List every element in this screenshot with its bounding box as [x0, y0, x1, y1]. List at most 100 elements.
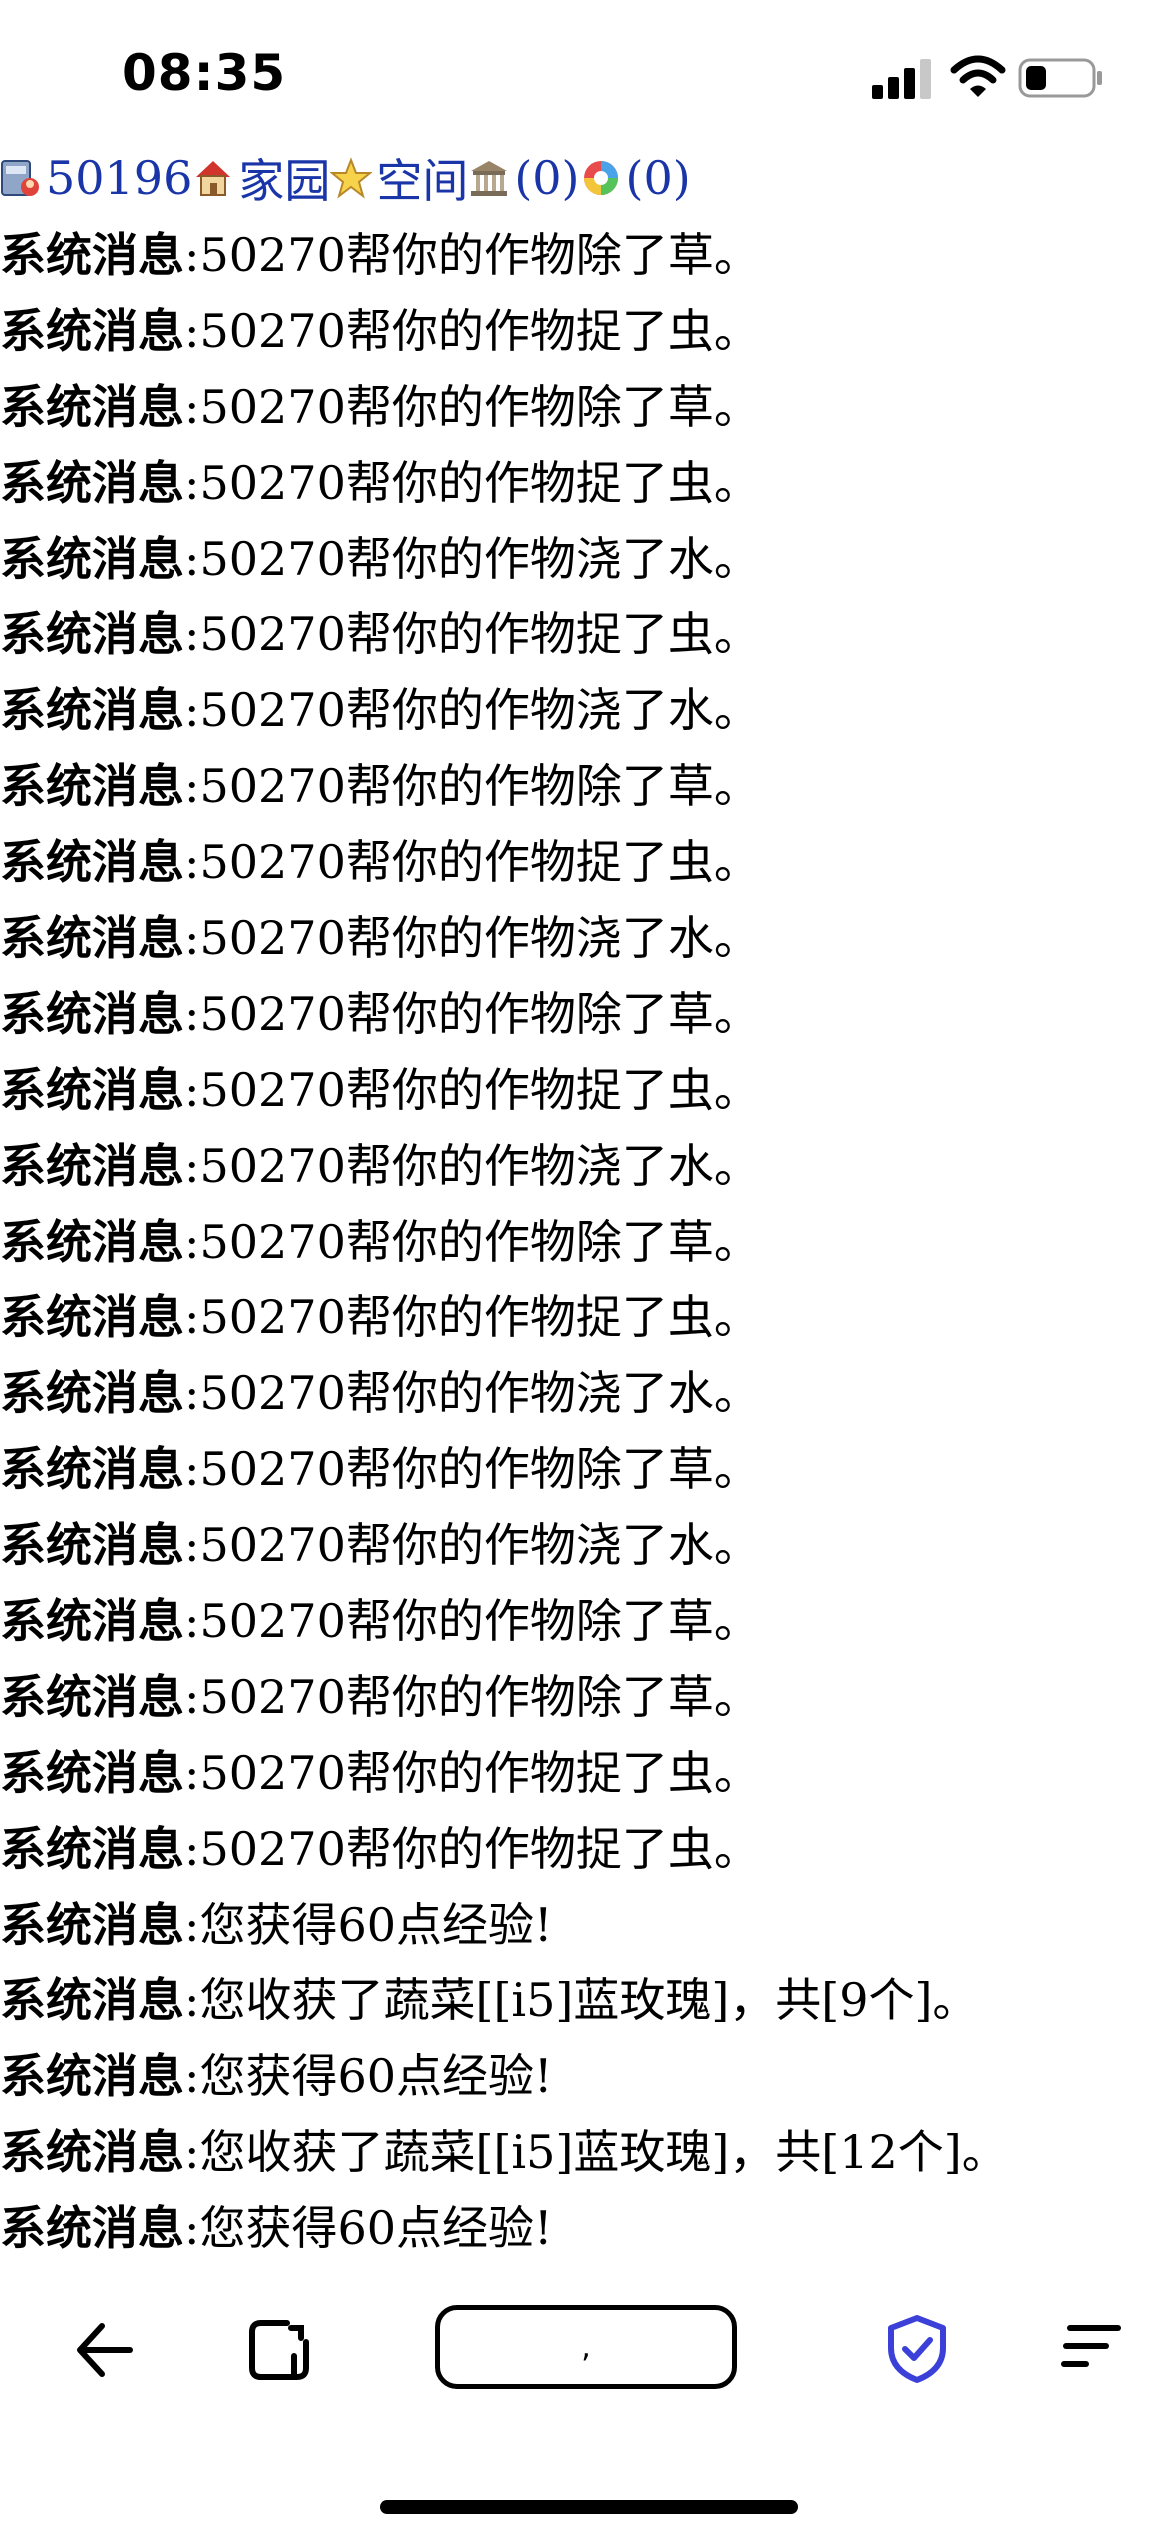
- system-message-label: 系统消息: [0, 1973, 184, 2028]
- system-message-label: 系统消息: [0, 228, 184, 282]
- system-message: 系统消息:50270帮你的作物除了草。: [0, 1432, 1170, 1508]
- wifi-icon: [950, 55, 1006, 97]
- system-message-label: 系统消息: [0, 1669, 184, 1724]
- system-message-label: 系统消息: [0, 683, 184, 738]
- system-message: 系统消息:50270帮你的作物浇了水。: [0, 1129, 1170, 1205]
- system-message-label: 系统消息: [0, 1366, 184, 1421]
- home-icon: [196, 161, 231, 196]
- system-message-label: 系统消息: [0, 1594, 184, 1649]
- system-message-label: 系统消息: [0, 986, 184, 1041]
- system-message-label: 系统消息: [0, 911, 184, 966]
- tabs-icon[interactable]: [247, 2318, 311, 2382]
- count-link-1[interactable]: (0): [514, 151, 579, 205]
- system-message-text: :50270帮你的作物除了草。: [184, 1669, 760, 1724]
- system-message-label: 系统消息: [0, 1897, 184, 1952]
- system-message: 系统消息:您收获了蔬菜[[i5]蓝玫瑰]，共[12个]。: [0, 2115, 1170, 2191]
- system-message-label: 系统消息: [0, 1821, 184, 1876]
- system-message-label: 系统消息: [0, 835, 184, 890]
- system-message-label: 系统消息: [0, 607, 184, 662]
- system-message-label: 系统消息: [0, 1062, 184, 1117]
- system-message: 系统消息:50270帮你的作物除了草。: [0, 977, 1170, 1053]
- status-bar: 08:35: [0, 0, 1170, 150]
- count-link-2[interactable]: (0): [626, 151, 691, 205]
- system-message-label: 系统消息: [0, 1518, 184, 1573]
- home-link[interactable]: 家园: [238, 145, 330, 211]
- system-message-text: :50270帮你的作物除了草。: [184, 1214, 760, 1269]
- system-message-text: :50270帮你的作物浇了水。: [184, 683, 760, 738]
- system-message-label: 系统消息: [0, 2049, 184, 2104]
- system-message-text: :50270帮你的作物捉了虫。: [184, 607, 760, 662]
- system-message-text: :50270帮你的作物浇了水。: [184, 531, 760, 586]
- system-message-text: :50270帮你的作物除了草。: [184, 1594, 760, 1649]
- system-message-text: :您获得60点经验!: [184, 2049, 553, 2104]
- system-message: 系统消息:50270帮你的作物浇了水。: [0, 673, 1170, 749]
- system-message-text: :50270帮你的作物捉了虫。: [184, 1290, 760, 1345]
- system-message: 系统消息:50270帮你的作物除了草。: [0, 1584, 1170, 1660]
- system-message-label: 系统消息: [0, 1745, 184, 1800]
- system-message: 系统消息:50270帮你的作物捉了虫。: [0, 1280, 1170, 1356]
- system-message-text: :50270帮你的作物浇了水。: [184, 1138, 760, 1193]
- system-message: 系统消息:50270帮你的作物捉了虫。: [0, 597, 1170, 673]
- system-message-label: 系统消息: [0, 2201, 184, 2256]
- system-message-text: :50270帮你的作物除了草。: [184, 379, 760, 434]
- system-message-label: 系统消息: [0, 455, 184, 510]
- system-message-text: :您获得60点经验!: [184, 2201, 553, 2256]
- system-message-text: :50270帮你的作物捉了虫。: [184, 455, 760, 510]
- user-icon: [1, 160, 39, 196]
- cellular-signal-icon: [872, 57, 936, 99]
- battery-icon: [1018, 58, 1102, 98]
- system-message: 系统消息:您收获了蔬菜[[i5]蓝玫瑰]，共[9个]。: [0, 1963, 1170, 2039]
- system-message: 系统消息:50270帮你的作物浇了水。: [0, 1508, 1170, 1584]
- system-message-list: 系统消息:50270帮你的作物除了草。 系统消息:50270帮你的作物捉了虫。 系统…: [0, 218, 1170, 2267]
- system-message: 系统消息:您获得60点经验!: [0, 2039, 1170, 2115]
- address-bar-text: ,: [581, 2329, 591, 2365]
- system-message-label: 系统消息: [0, 759, 184, 814]
- address-bar[interactable]: ,: [435, 2305, 737, 2389]
- system-message-text: :50270帮你的作物浇了水。: [184, 1518, 760, 1573]
- system-message-text: :50270帮你的作物浇了水。: [184, 1366, 760, 1421]
- system-message: 系统消息:50270帮你的作物捉了虫。: [0, 446, 1170, 522]
- system-message-text: :50270帮你的作物捉了虫。: [184, 303, 760, 358]
- system-message: 系统消息:50270帮你的作物捉了虫。: [0, 1736, 1170, 1812]
- system-message: 系统消息:50270帮你的作物捉了虫。: [0, 294, 1170, 370]
- top-nav: 50196 家园 空间 (0) (0): [0, 148, 691, 208]
- space-link[interactable]: 空间: [376, 145, 468, 211]
- back-arrow-icon[interactable]: [72, 2320, 136, 2380]
- star-icon: [330, 157, 373, 199]
- system-message-label: 系统消息: [0, 303, 184, 358]
- system-message-text: :50270帮你的作物捉了虫。: [184, 1745, 760, 1800]
- system-message: 系统消息:50270帮你的作物除了草。: [0, 218, 1170, 294]
- system-message: 系统消息:您获得60点经验!: [0, 2191, 1170, 2267]
- shield-check-icon[interactable]: [885, 2314, 949, 2384]
- system-message: 系统消息:50270帮你的作物浇了水。: [0, 901, 1170, 977]
- system-message: 系统消息:50270帮你的作物捉了虫。: [0, 825, 1170, 901]
- system-message-text: :50270帮你的作物除了草。: [184, 1442, 760, 1497]
- system-message-label: 系统消息: [0, 379, 184, 434]
- system-message-label: 系统消息: [0, 1214, 184, 1269]
- system-message-text: :您获得60点经验!: [184, 1897, 553, 1952]
- system-message-text: :您收获了蔬菜[[i5]蓝玫瑰]，共[12个]。: [184, 2125, 1008, 2180]
- user-id-link[interactable]: 50196: [46, 151, 192, 205]
- building-icon: [471, 161, 508, 196]
- system-message-text: :50270帮你的作物除了草。: [184, 986, 760, 1041]
- system-message-text: :50270帮你的作物捉了虫。: [184, 1821, 760, 1876]
- system-message: 系统消息:50270帮你的作物除了草。: [0, 749, 1170, 825]
- system-message: 系统消息:50270帮你的作物除了草。: [0, 1205, 1170, 1281]
- menu-icon[interactable]: [1060, 2322, 1124, 2378]
- system-message-text: :50270帮你的作物捉了虫。: [184, 1062, 760, 1117]
- system-message: 系统消息:50270帮你的作物浇了水。: [0, 522, 1170, 598]
- system-message: 系统消息:50270帮你的作物捉了虫。: [0, 1053, 1170, 1129]
- system-message-label: 系统消息: [0, 1442, 184, 1497]
- bottom-toolbar: ,: [0, 2290, 1170, 2420]
- color-wheel-icon: [583, 161, 618, 195]
- system-message-label: 系统消息: [0, 531, 184, 586]
- system-message-label: 系统消息: [0, 1138, 184, 1193]
- system-message: 系统消息:50270帮你的作物浇了水。: [0, 1356, 1170, 1432]
- system-message-text: :您收获了蔬菜[[i5]蓝玫瑰]，共[9个]。: [184, 1973, 979, 2028]
- system-message: 系统消息:您获得60点经验!: [0, 1888, 1170, 1964]
- system-message-text: :50270帮你的作物除了草。: [184, 759, 760, 814]
- system-message: 系统消息:50270帮你的作物除了草。: [0, 370, 1170, 446]
- system-message: 系统消息:50270帮你的作物捉了虫。: [0, 1812, 1170, 1888]
- system-message-text: :50270帮你的作物浇了水。: [184, 911, 760, 966]
- system-message-text: :50270帮你的作物除了草。: [184, 228, 760, 282]
